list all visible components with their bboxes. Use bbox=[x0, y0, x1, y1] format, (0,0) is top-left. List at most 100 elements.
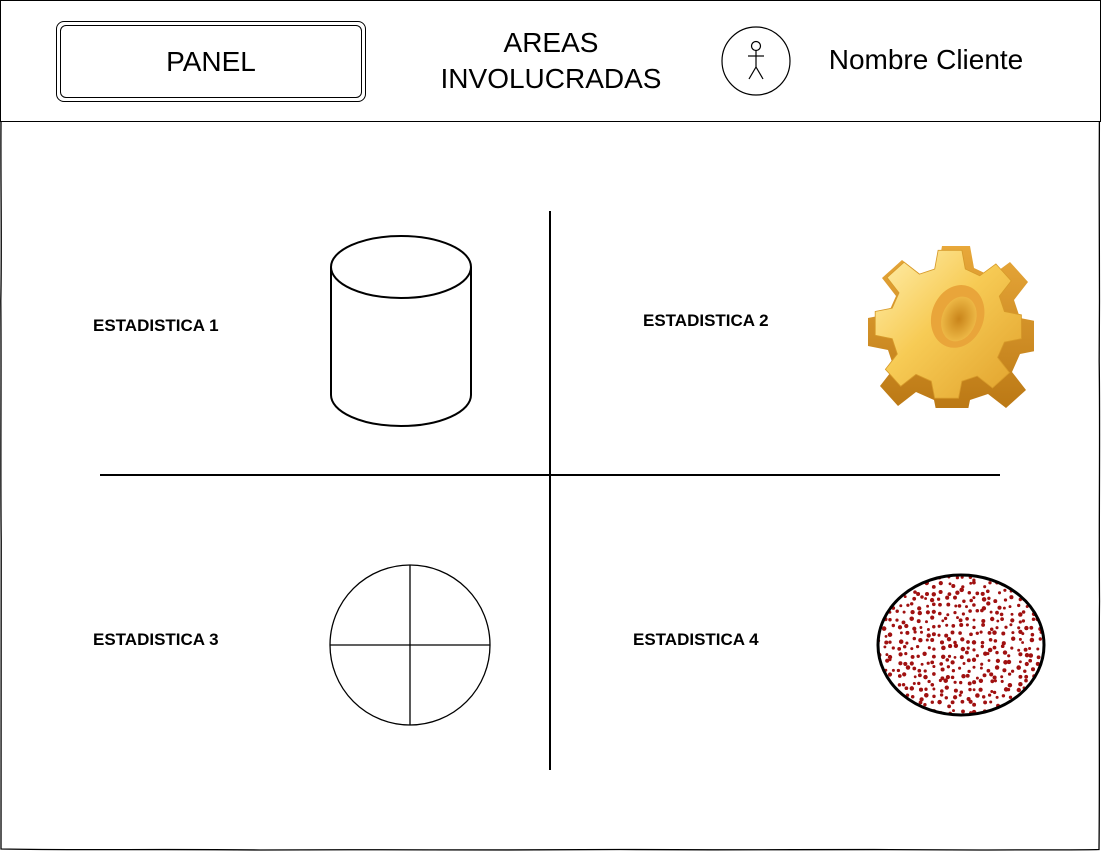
speckle-dot bbox=[950, 660, 955, 665]
speckle-dot bbox=[967, 681, 972, 686]
database-icon[interactable] bbox=[328, 233, 474, 429]
speckle-dot bbox=[1022, 588, 1027, 593]
speckle-dot bbox=[953, 611, 957, 615]
speckle-dot bbox=[993, 679, 997, 683]
speckle-dot bbox=[1024, 661, 1029, 667]
speckle-dot bbox=[897, 683, 902, 687]
estadistica-2-label[interactable]: ESTADISTICA 2 bbox=[643, 311, 769, 331]
speckle-dot bbox=[891, 668, 895, 672]
speckle-dot bbox=[926, 604, 930, 608]
speckle-dot bbox=[1004, 625, 1008, 629]
speckle-dot bbox=[1007, 682, 1013, 688]
speckle-dot bbox=[965, 623, 969, 627]
speckle-dot bbox=[1021, 632, 1025, 636]
speckle-dot bbox=[944, 685, 949, 690]
speckle-dot bbox=[899, 604, 903, 608]
speckle-dot bbox=[1002, 668, 1007, 673]
speckle-dot bbox=[939, 640, 945, 645]
speckle-dot bbox=[885, 686, 889, 690]
speckle-dot bbox=[967, 591, 972, 595]
speckle-dot bbox=[1031, 695, 1034, 699]
speckle-dot bbox=[888, 588, 892, 592]
speckle-dot bbox=[1007, 672, 1012, 676]
speckle-dot bbox=[953, 595, 957, 600]
speckle-dot bbox=[896, 587, 900, 592]
speckle-dot bbox=[975, 693, 980, 698]
speckle-dot bbox=[930, 638, 935, 642]
speckle-dot bbox=[995, 710, 1000, 714]
speckle-dot bbox=[1016, 687, 1021, 693]
speckle-dot bbox=[904, 576, 909, 578]
speckle-dot bbox=[992, 690, 997, 695]
speckle-dot bbox=[1024, 678, 1028, 683]
speckle-dot bbox=[1000, 675, 1004, 679]
speckle-dot bbox=[912, 636, 917, 641]
speckle-dot bbox=[1003, 588, 1007, 592]
speckle-dot bbox=[960, 646, 966, 652]
speckle-dot bbox=[879, 576, 880, 580]
speckle-dot bbox=[1038, 674, 1043, 680]
speckle-dot bbox=[995, 626, 999, 630]
speckle-dot bbox=[895, 609, 899, 613]
speckle-dot bbox=[938, 580, 943, 586]
pie-chart-icon[interactable] bbox=[328, 563, 493, 728]
speckle-dot bbox=[879, 696, 880, 700]
speckle-dot bbox=[1021, 619, 1026, 623]
speckle-dot bbox=[912, 666, 917, 671]
speckle-dot bbox=[956, 616, 959, 620]
client-name[interactable]: Nombre Cliente bbox=[806, 44, 1046, 76]
speckle-dot bbox=[1028, 653, 1034, 658]
speckle-dot bbox=[983, 700, 988, 705]
speckle-dot bbox=[960, 637, 965, 642]
speckle-dot bbox=[917, 681, 921, 686]
speckle-dot bbox=[937, 699, 942, 705]
speckle-dot bbox=[884, 640, 889, 645]
speckle-dot bbox=[968, 699, 973, 704]
speckle-dot bbox=[1018, 674, 1023, 679]
speckle-dot bbox=[918, 700, 923, 705]
speckle-dot bbox=[978, 678, 984, 683]
speckle-dot bbox=[941, 645, 946, 651]
estadistica-1-label[interactable]: ESTADISTICA 1 bbox=[93, 316, 219, 336]
speckle-dot bbox=[901, 620, 906, 625]
speckle-dot bbox=[958, 693, 962, 697]
horizontal-divider bbox=[100, 474, 1000, 476]
speckle-dot bbox=[993, 639, 998, 643]
speckle-dot bbox=[875, 709, 878, 712]
speckle-dot bbox=[918, 687, 924, 692]
speckle-dot bbox=[945, 658, 950, 662]
speckle-dot bbox=[903, 661, 908, 666]
speckle-dot bbox=[962, 599, 966, 603]
speckle-dot bbox=[1011, 636, 1016, 641]
estadistica-3-label[interactable]: ESTADISTICA 3 bbox=[93, 630, 219, 650]
speckle-dot bbox=[936, 597, 941, 601]
speckle-dot bbox=[1008, 605, 1012, 609]
speckle-dot bbox=[910, 694, 915, 699]
speckle-dot bbox=[940, 689, 944, 693]
speckle-dot bbox=[903, 707, 907, 711]
speckle-dot bbox=[946, 665, 951, 669]
speckle-dot bbox=[899, 631, 903, 635]
speckle-dot bbox=[932, 664, 936, 669]
speckle-dot bbox=[989, 672, 994, 677]
speckle-dot bbox=[1023, 696, 1028, 701]
user-icon[interactable] bbox=[721, 26, 791, 96]
panel-button[interactable]: PANEL bbox=[56, 21, 366, 102]
gear-icon[interactable] bbox=[866, 232, 1034, 408]
speckle-dot bbox=[951, 624, 956, 628]
speckle-dot bbox=[958, 666, 962, 670]
speckle-dot bbox=[896, 668, 901, 673]
speckle-dot bbox=[882, 694, 886, 698]
speckle-dot bbox=[912, 596, 917, 601]
speckle-dot bbox=[1036, 610, 1041, 615]
speckle-dot bbox=[1000, 617, 1004, 621]
speckle-dot bbox=[883, 645, 887, 649]
speckle-dot bbox=[902, 582, 907, 587]
speckle-dot bbox=[1018, 637, 1022, 641]
dotted-circle-icon[interactable] bbox=[874, 572, 1049, 719]
speckle-dot bbox=[979, 666, 983, 670]
speckle-dot bbox=[989, 610, 993, 614]
speckle-dot bbox=[968, 687, 972, 692]
estadistica-4-label[interactable]: ESTADISTICA 4 bbox=[633, 630, 759, 650]
areas-involucradas-title[interactable]: AREAS INVOLUCRADAS bbox=[421, 25, 681, 97]
